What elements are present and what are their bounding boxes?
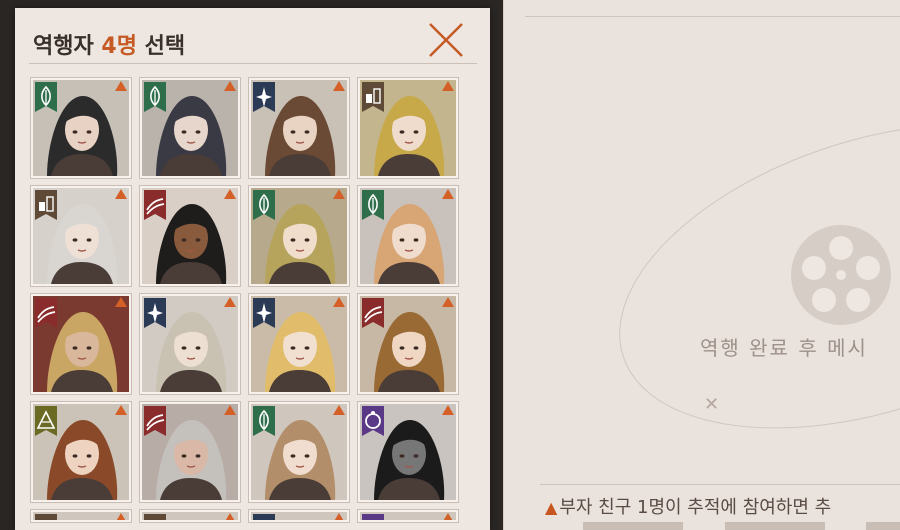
star-type-badge <box>253 514 275 520</box>
decorative-cross-icon: ✕ <box>704 394 720 415</box>
title-suffix: 선택 <box>136 34 186 59</box>
modal-title: 역행자 4명 선택 <box>33 28 185 60</box>
empty-message: 역행 완료 후 메시 <box>700 336 868 360</box>
rarity-triangle-icon <box>442 189 454 199</box>
rarity-triangle-icon <box>115 297 127 307</box>
rarity-triangle-icon <box>224 297 236 307</box>
bonus-note-text: 부자 친구 1명이 추적에 참여하면 추 <box>559 497 832 518</box>
film-reel-icon <box>791 225 891 325</box>
rarity-triangle-icon <box>442 405 454 415</box>
character-card[interactable] <box>140 294 240 394</box>
character-card[interactable] <box>249 294 349 394</box>
character-card[interactable] <box>31 78 131 178</box>
rarity-triangle-icon <box>442 81 454 91</box>
rarity-triangle-icon <box>224 81 236 91</box>
character-card[interactable] <box>358 294 458 394</box>
character-card[interactable] <box>140 186 240 286</box>
rarity-triangle-icon <box>115 189 127 199</box>
bottom-button-3[interactable] <box>866 522 900 530</box>
character-card[interactable] <box>140 402 240 502</box>
rarity-triangle-icon <box>224 513 236 520</box>
character-card[interactable] <box>249 78 349 178</box>
bottom-button-2[interactable] <box>725 522 825 530</box>
character-card[interactable] <box>249 402 349 502</box>
rarity-triangle-icon <box>115 513 127 520</box>
character-card[interactable] <box>249 510 349 522</box>
title-divider <box>29 63 477 64</box>
character-select-modal: 역행자 4명 선택 <box>15 8 490 530</box>
rarity-triangle-icon <box>224 189 236 199</box>
character-card[interactable] <box>140 78 240 178</box>
note-divider <box>540 484 900 485</box>
character-card[interactable] <box>31 402 131 502</box>
moon-type-badge <box>362 514 384 520</box>
close-icon[interactable] <box>426 20 466 60</box>
rarity-triangle-icon <box>442 297 454 307</box>
top-divider <box>525 16 900 17</box>
character-card[interactable] <box>249 186 349 286</box>
character-card[interactable] <box>358 186 458 286</box>
claw-type-badge <box>144 514 166 520</box>
character-card[interactable] <box>31 186 131 286</box>
rarity-triangle-icon <box>333 81 345 91</box>
character-card[interactable] <box>358 78 458 178</box>
rarity-triangle-icon: ▲ <box>545 498 558 517</box>
bonus-note: ▲ 부자 친구 1명이 추적에 참여하면 추 <box>545 493 831 519</box>
character-card[interactable] <box>31 510 131 522</box>
bottom-button-1[interactable] <box>583 522 683 530</box>
title-count: 4명 <box>101 34 137 59</box>
rarity-triangle-icon <box>442 513 454 520</box>
character-card[interactable] <box>31 294 131 394</box>
rarity-triangle-icon <box>115 81 127 91</box>
rarity-triangle-icon <box>115 405 127 415</box>
title-prefix: 역행자 <box>33 34 102 59</box>
rarity-triangle-icon <box>333 297 345 307</box>
leaf-type-badge <box>35 514 57 520</box>
rarity-triangle-icon <box>224 405 236 415</box>
rarity-triangle-icon <box>333 189 345 199</box>
character-card[interactable] <box>358 510 458 522</box>
rarity-triangle-icon <box>333 405 345 415</box>
character-card[interactable] <box>358 402 458 502</box>
rarity-triangle-icon <box>333 513 345 520</box>
panel-divider <box>503 0 504 530</box>
character-card[interactable] <box>140 510 240 522</box>
